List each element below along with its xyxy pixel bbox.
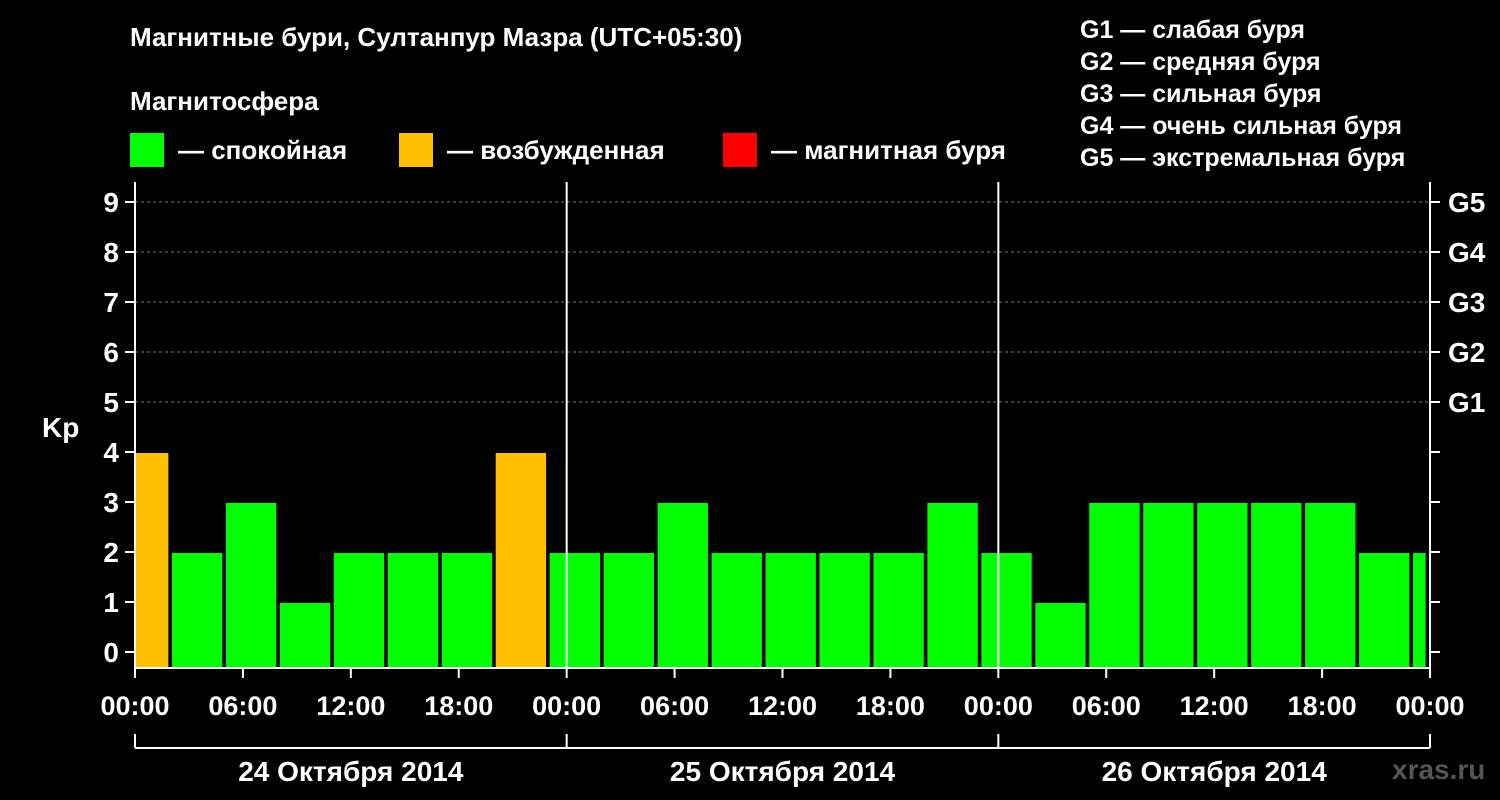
x-tick-label: 00:00 (100, 691, 169, 721)
kp-bar (1035, 603, 1086, 668)
x-tick-label: 12:00 (748, 691, 817, 721)
y-tick-label: 1 (103, 587, 119, 618)
kp-bar (441, 553, 493, 668)
kp-bar (1251, 503, 1302, 668)
x-tick-label: 18:00 (1288, 691, 1357, 721)
x-tick-label: 00:00 (964, 691, 1033, 721)
kp-bar-chart: 0 1 2 3 4 5 6 7 8 9 G1 G2 G3 G4 G5 00:00 06:00 12:00 18:00… (100, 182, 1486, 787)
y-tick-label: 5 (103, 387, 119, 418)
kp-bar (387, 553, 439, 668)
kp-bar (711, 553, 762, 668)
kp-bar (1143, 503, 1194, 668)
x-tick-label: 18:00 (856, 691, 925, 721)
x-tick-label: 00:00 (1395, 691, 1464, 721)
y-tick-label: 7 (103, 287, 119, 318)
kp-bar (549, 553, 601, 668)
g-level-label: G2 (1448, 337, 1485, 368)
g-level-label: G3 (1448, 287, 1485, 318)
kp-bar (279, 603, 331, 668)
x-tick-label: 12:00 (1180, 691, 1249, 721)
kp-bar (1359, 553, 1410, 668)
kp-bar (495, 453, 547, 668)
kp-bar (136, 453, 169, 668)
g-level-label: G4 (1448, 237, 1486, 268)
kp-bar (765, 553, 816, 668)
kp-bar (1305, 503, 1356, 668)
day-label: 24 Октября 2014 (238, 756, 464, 787)
kp-bar (981, 553, 1032, 668)
kp-bar (819, 553, 870, 668)
kp-bar (927, 503, 978, 668)
kp-bar (225, 503, 277, 668)
y-tick-label: 3 (103, 487, 119, 518)
kp-bar (333, 553, 385, 668)
x-tick-label: 06:00 (1072, 691, 1141, 721)
y-tick-label: 2 (103, 537, 119, 568)
kp-bar (1413, 553, 1426, 668)
x-tick-label: 12:00 (316, 691, 385, 721)
x-tick-label: 06:00 (640, 691, 709, 721)
x-tick-label: 00:00 (532, 691, 601, 721)
kp-bar (873, 553, 924, 668)
y-tick-label: 8 (103, 237, 119, 268)
day-label: 25 Октября 2014 (670, 756, 896, 787)
x-tick-label: 18:00 (424, 691, 493, 721)
kp-bar (171, 553, 223, 668)
x-tick-label: 06:00 (208, 691, 277, 721)
kp-bar (1089, 503, 1140, 668)
day-label: 26 Октября 2014 (1102, 756, 1328, 787)
g-level-label: G1 (1448, 387, 1485, 418)
g-level-label: G5 (1448, 187, 1485, 218)
kp-bar (603, 553, 654, 668)
y-tick-label: 9 (103, 187, 119, 218)
y-tick-label: 0 (103, 637, 119, 668)
y-tick-label: 4 (103, 437, 119, 468)
y-tick-label: 6 (103, 337, 119, 368)
kp-bar (657, 503, 708, 668)
kp-bar (1197, 503, 1248, 668)
